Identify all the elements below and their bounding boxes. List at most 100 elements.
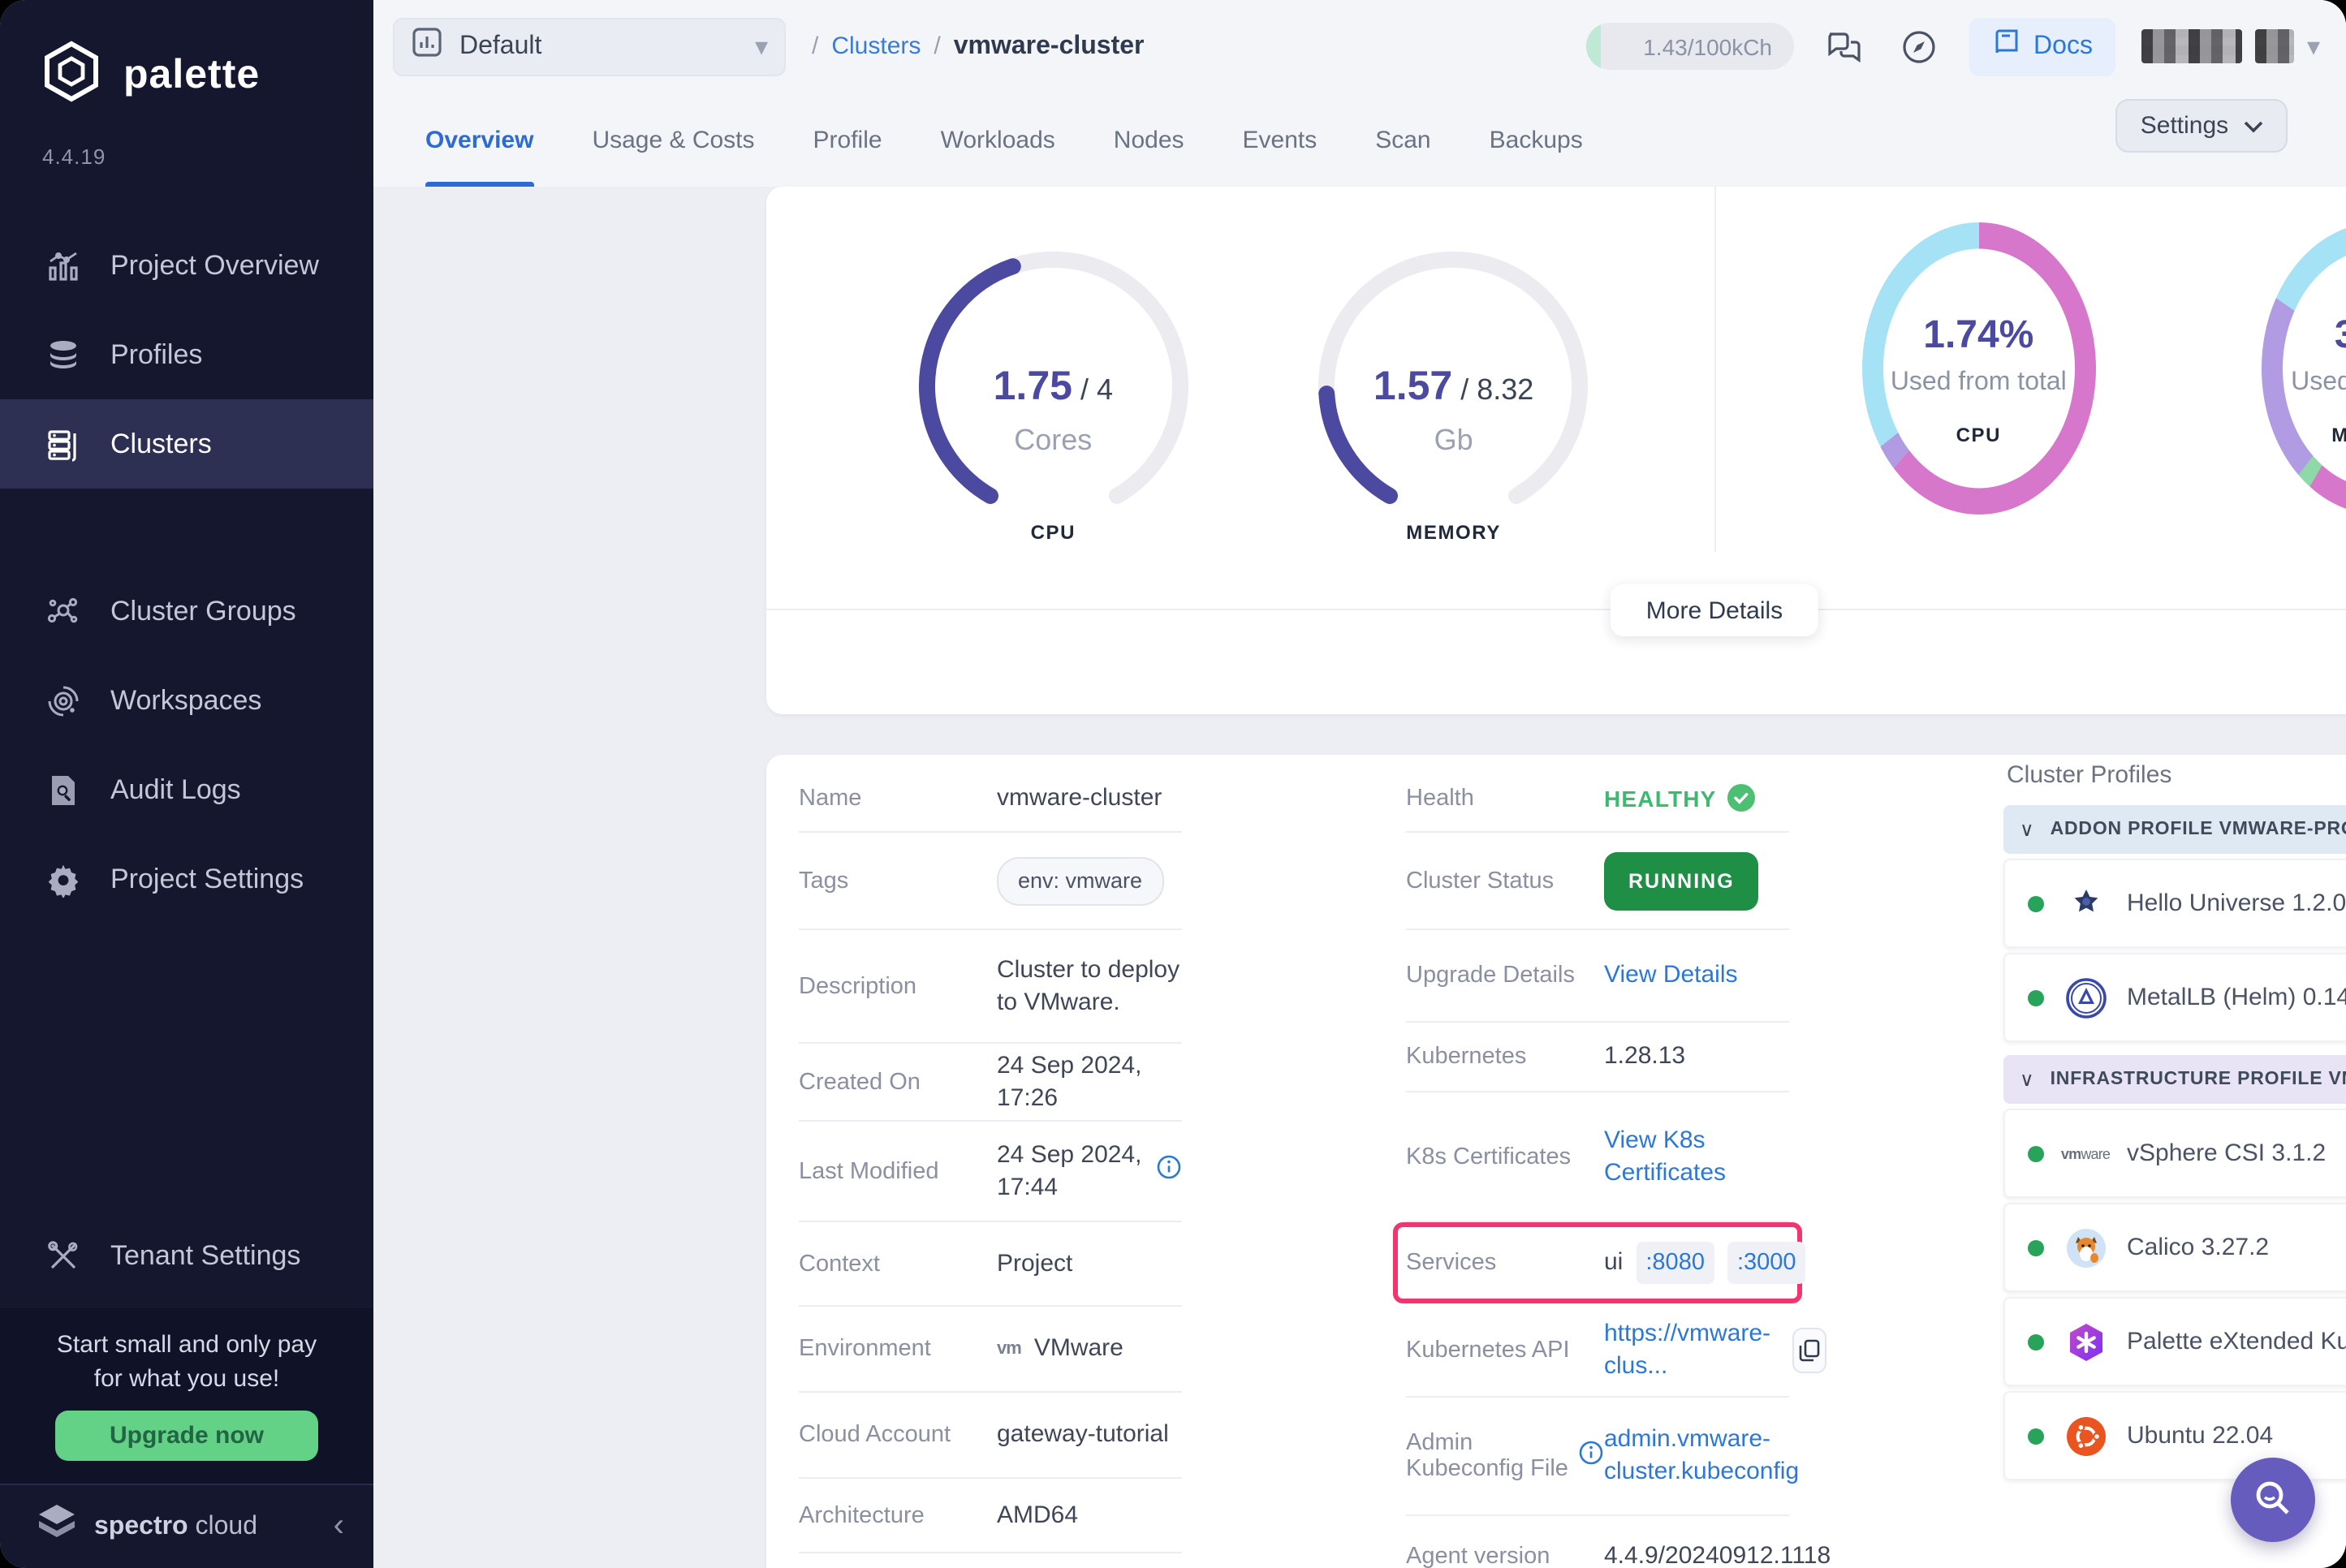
row-value: HEALTHY	[1604, 782, 1789, 814]
stack-icon	[44, 335, 83, 374]
chart-icon	[44, 246, 83, 285]
row-label: Environment	[799, 1336, 997, 1362]
sidebar-item-cluster-groups[interactable]: Cluster Groups	[0, 566, 373, 656]
profile-pack-metallb-helm-0-14-8[interactable]: MetalLB (Helm) 0.14.8›	[2003, 953, 2346, 1042]
row-label: Agent version	[1406, 1544, 1604, 1568]
vmware-icon: vmware	[2064, 1131, 2107, 1175]
metallb-icon	[2064, 976, 2107, 1019]
status-dot	[2028, 1145, 2044, 1161]
info-icon[interactable]	[1578, 1440, 1604, 1472]
settings-button[interactable]: Settings	[2115, 99, 2288, 153]
profile-group-header[interactable]: ∨INFRASTRUCTURE PROFILE VMWARE-PROFILEPR…	[2003, 1055, 2346, 1104]
kubernetes-api-link[interactable]: https://vmware-clus...	[1604, 1317, 1779, 1382]
profile-pack-calico-3-27-2[interactable]: Calico 3.27.2›	[2003, 1203, 2346, 1292]
info-icon[interactable]	[1156, 1153, 1182, 1189]
sidebar-item-clusters[interactable]: Clusters	[0, 399, 373, 489]
servers-icon	[44, 424, 83, 463]
app-window: palette 4.4.19 Project OverviewProfilesC…	[0, 0, 2346, 1568]
sidebar-item-profiles[interactable]: Profiles	[0, 310, 373, 399]
profile-pack-vsphere-csi-3-1-2[interactable]: vmwarevSphere CSI 3.1.2›	[2003, 1109, 2346, 1198]
kubeconfig-link[interactable]: admin.vmware-cluster.kubeconfig	[1604, 1424, 1799, 1488]
tab-usage-costs[interactable]: Usage & Costs	[592, 93, 754, 187]
profile-pack-palette-extended-kubernetes-1-28-13[interactable]: Palette eXtended Kubernetes 1.28.13›	[2003, 1297, 2346, 1386]
gauge-used-value: 1.75	[994, 363, 1072, 408]
value-text: 4.4.9/20240912.1118	[1604, 1540, 1831, 1568]
row-label: Name	[799, 785, 997, 811]
collapse-sidebar-icon[interactable]: ‹	[334, 1508, 344, 1545]
cluster-profiles-panel: Cluster Profiles ∨ADDON PROFILE VMWARE-P…	[2003, 758, 2346, 1480]
tab-overview[interactable]: Overview	[425, 93, 533, 187]
row-label: Description	[799, 973, 997, 999]
row-label: Architecture	[799, 1502, 997, 1528]
pack-name: Palette eXtended Kubernetes 1.28.13	[2127, 1328, 2346, 1355]
sidebar-item-label: Clusters	[110, 428, 212, 460]
tab-scan[interactable]: Scan	[1375, 93, 1430, 187]
row-label: Created On	[799, 1069, 997, 1095]
row-value: RUNNING	[1604, 851, 1789, 910]
link-view-k8s-certificates[interactable]: View K8s Certificates	[1604, 1124, 1789, 1189]
link-view-details[interactable]: View Details	[1604, 959, 1738, 992]
row-value: 4.4.9/20240912.1118	[1604, 1540, 1831, 1568]
profile-pack-hello-universe-1-2-0[interactable]: Hello Universe 1.2.0›	[2003, 859, 2346, 948]
row-value: Project	[997, 1247, 1182, 1280]
service-port-link[interactable]: :3000	[1727, 1242, 1806, 1284]
pack-name: vSphere CSI 3.1.2	[2127, 1139, 2326, 1167]
compass-icon[interactable]	[1894, 22, 1943, 71]
row-label: Kubernetes API	[1406, 1337, 1604, 1363]
row-label: K8s Certificates	[1406, 1144, 1604, 1170]
project-selector[interactable]: Default ▾	[393, 17, 786, 75]
breadcrumb-clusters-link[interactable]: Clusters	[831, 32, 921, 60]
donut-memory: 3.2%Used from totalMEMORY	[2217, 223, 2346, 572]
copy-icon[interactable]	[1792, 1327, 1826, 1372]
sidebar-item-label: Project Settings	[110, 863, 304, 895]
usage-quota-pill: 1.43/100kCh	[1585, 23, 1793, 70]
pack-name: Hello Universe 1.2.0	[2127, 890, 2346, 917]
more-details-button[interactable]: More Details	[1611, 584, 1818, 636]
check-circle-icon	[1728, 784, 1756, 812]
pxk-icon	[2064, 1320, 2107, 1363]
gear-icon	[44, 859, 83, 898]
chat-icon[interactable]	[1819, 22, 1868, 71]
divider	[766, 609, 2346, 610]
row-value: gateway-tutorial	[997, 1419, 1182, 1451]
sidebar-item-workspaces[interactable]: Workspaces	[0, 656, 373, 745]
row-label: Kubernetes	[1406, 1044, 1604, 1070]
footer-brand: spectro cloud	[94, 1512, 257, 1541]
tab-workloads[interactable]: Workloads	[941, 93, 1055, 187]
left-row-environment: EnvironmentvmVMware	[799, 1307, 1182, 1393]
status-dot	[2028, 1333, 2044, 1350]
sidebar-item-project-overview[interactable]: Project Overview	[0, 221, 373, 310]
middle-row-agent-version: Agent version4.4.9/20240912.1118	[1406, 1516, 1789, 1568]
profile-group-header[interactable]: ∨ADDON PROFILE VMWARE-PROFILEPROJ	[2003, 805, 2346, 854]
upgrade-now-button[interactable]: Upgrade now	[55, 1411, 318, 1461]
redacted-username	[2141, 29, 2242, 63]
sidebar-item-label: Workspaces	[110, 684, 261, 717]
chevron-down-icon: ∨	[2020, 1068, 2034, 1091]
middle-row-health: HealthHEALTHY	[1406, 765, 1789, 833]
details-left-column: Namevmware-clusterTagsenv: vmwareDescrip…	[799, 765, 1182, 1553]
tab-events[interactable]: Events	[1243, 93, 1317, 187]
sidebar-item-project-settings[interactable]: Project Settings	[0, 834, 373, 924]
divider	[1714, 187, 1716, 552]
breadcrumb-current: vmware-cluster	[954, 32, 1145, 61]
tab-backups[interactable]: Backups	[1490, 93, 1583, 187]
row-value: ui:8080:3000	[1604, 1242, 1806, 1284]
value-text: Cluster to deploy to VMware.	[997, 954, 1182, 1019]
gauge-memory: 1.57 / 8.32GbMEMORY	[1292, 223, 1616, 572]
viewport: palette 4.4.19 Project OverviewProfilesC…	[0, 0, 2346, 1568]
tab-nodes[interactable]: Nodes	[1114, 93, 1184, 187]
usage-donuts: 1.74%Used from totalCPU3.2%Used from tot…	[1740, 187, 2346, 609]
sidebar-item-label: Audit Logs	[110, 773, 241, 806]
sidebar-item-audit-logs[interactable]: Audit Logs	[0, 745, 373, 834]
service-port-link[interactable]: :8080	[1636, 1242, 1714, 1284]
user-menu[interactable]: ▾	[2141, 29, 2320, 63]
cluster-tabs: Overview Usage & Costs Profile Workloads Nod…	[373, 93, 2346, 187]
tab-profile[interactable]: Profile	[813, 93, 882, 187]
docs-button[interactable]: Docs	[1969, 17, 2115, 75]
redacted-org	[2255, 29, 2294, 63]
sidebar-item-tenant-settings[interactable]: Tenant Settings	[0, 1211, 373, 1300]
docs-label: Docs	[2033, 32, 2093, 61]
row-value: admin.vmware-cluster.kubeconfig	[1604, 1424, 1799, 1488]
search-fab-button[interactable]	[2231, 1458, 2315, 1542]
row-value: env: vmware	[997, 856, 1182, 905]
